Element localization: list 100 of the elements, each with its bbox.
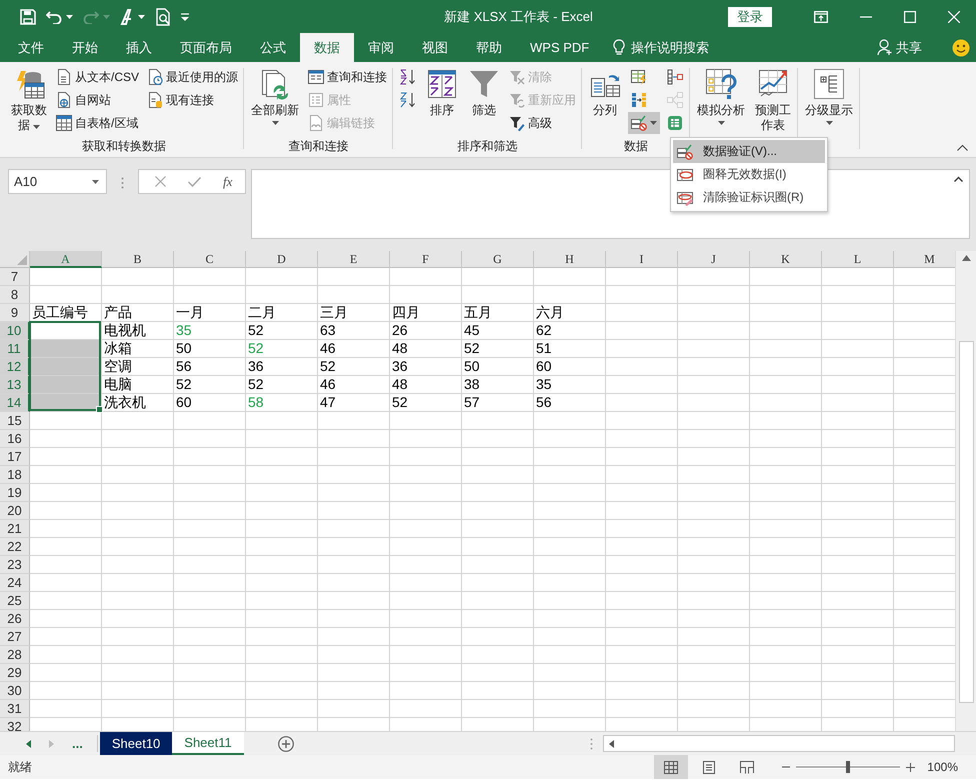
selected-cell[interactable]	[30, 340, 102, 358]
ribbon-button[interactable]: 排序	[423, 66, 462, 118]
customize-icon[interactable]	[181, 12, 189, 20]
row-header[interactable]: 22	[0, 538, 30, 556]
close-icon[interactable]	[948, 10, 960, 22]
insert-function-button[interactable]: fx	[223, 174, 232, 190]
horizontal-scrollbar[interactable]	[603, 735, 955, 752]
sign-in-button[interactable]: 登录	[728, 6, 772, 26]
dropdown-button[interactable]: 分级显示	[802, 66, 856, 125]
column-header[interactable]: C	[174, 251, 246, 268]
ribbon-tab[interactable]: 公式	[246, 33, 300, 62]
menu-item[interactable]: 圈释无效数据(I)	[673, 163, 825, 186]
selected-cell[interactable]	[30, 358, 102, 376]
scroll-thumb[interactable]	[958, 341, 974, 703]
collapse-icon[interactable]	[954, 176, 963, 182]
fill-handle[interactable]	[96, 406, 103, 413]
column-header[interactable]: E	[318, 251, 390, 268]
row-header[interactable]: 9	[0, 304, 30, 322]
smiley-icon[interactable]	[952, 38, 970, 56]
ribbon-tab[interactable]: 页面布局	[166, 33, 246, 62]
ribbon-tab[interactable]: 数据	[300, 33, 354, 62]
previous-sheet-icon[interactable]	[26, 740, 31, 748]
row-header[interactable]: 19	[0, 484, 30, 502]
scroll-up-icon[interactable]	[962, 255, 970, 261]
add-sheet-icon[interactable]	[278, 736, 294, 752]
share-button[interactable]: 共享	[877, 33, 922, 62]
column-header[interactable]: D	[246, 251, 318, 268]
tell-me-search[interactable]: 操作说明搜索	[631, 38, 710, 56]
row-header[interactable]: 29	[0, 664, 30, 682]
column-header[interactable]: A	[30, 251, 102, 268]
dropdown-button[interactable]: 获取数据	[8, 66, 50, 133]
sheet-tab[interactable]: Sheet11	[172, 732, 244, 755]
column-header[interactable]: K	[750, 251, 822, 268]
touch-mode-icon[interactable]	[120, 8, 134, 24]
row-header[interactable]: 8	[0, 286, 30, 304]
row-header[interactable]: 7	[0, 268, 30, 286]
column-header[interactable]: G	[462, 251, 534, 268]
save-icon[interactable]	[20, 8, 36, 24]
row-header[interactable]: 23	[0, 556, 30, 574]
row-header[interactable]: 20	[0, 502, 30, 520]
name-box[interactable]: A10	[8, 169, 107, 194]
normal-view-button[interactable]	[654, 755, 688, 779]
ribbon-button[interactable]: 查询和连接	[306, 66, 390, 88]
column-header[interactable]: H	[534, 251, 606, 268]
column-header[interactable]: I	[606, 251, 678, 268]
row-header[interactable]: 27	[0, 628, 30, 646]
ribbon-tab[interactable]: 帮助	[462, 33, 516, 62]
column-header[interactable]: M	[894, 251, 955, 268]
column-header[interactable]: J	[678, 251, 750, 268]
menu-item[interactable]: 清除验证标识圈(R)	[673, 186, 825, 209]
ribbon-button[interactable]: 自表格/区域	[54, 112, 142, 134]
ribbon-button[interactable]: 预测工作表	[752, 66, 794, 133]
row-header[interactable]: 32	[0, 718, 30, 731]
row-header[interactable]: 15	[0, 412, 30, 430]
column-header[interactable]: F	[390, 251, 462, 268]
ribbon-button[interactable]: 自网站	[54, 89, 142, 111]
undo-icon[interactable]	[46, 10, 62, 24]
ribbon-button[interactable]: 高级	[507, 112, 578, 134]
column-header[interactable]: B	[102, 251, 174, 268]
ribbon-tab[interactable]: WPS PDF	[516, 33, 604, 62]
zoom-in-icon[interactable]	[906, 762, 916, 772]
collapse-ribbon-icon[interactable]	[957, 144, 968, 151]
row-header[interactable]: 30	[0, 682, 30, 700]
row-header[interactable]: 31	[0, 700, 30, 718]
ribbon-tab[interactable]: 视图	[408, 33, 462, 62]
row-header[interactable]: 14	[0, 394, 30, 412]
row-header[interactable]: 13	[0, 376, 30, 394]
ribbon-button[interactable]: 最近使用的源	[145, 66, 240, 88]
row-header[interactable]: 11	[0, 340, 30, 358]
row-header[interactable]: 12	[0, 358, 30, 376]
selected-cell[interactable]	[30, 376, 102, 394]
maximize-icon[interactable]	[904, 10, 916, 22]
zoom-level[interactable]: 100%	[927, 760, 958, 774]
more-sheets-button[interactable]: ...	[72, 736, 83, 751]
ribbon-button[interactable]: 现有连接	[145, 89, 240, 111]
menu-item[interactable]: 数据验证(V)...	[673, 140, 825, 163]
ribbon-button[interactable]: 从文本/CSV	[54, 66, 142, 88]
row-header[interactable]: 25	[0, 592, 30, 610]
ribbon-tab[interactable]: 开始	[58, 33, 112, 62]
row-header[interactable]: 26	[0, 610, 30, 628]
row-header[interactable]: 17	[0, 448, 30, 466]
ribbon-tab[interactable]: 插入	[112, 33, 166, 62]
dropdown-button[interactable]: 模拟分析	[694, 66, 748, 125]
row-header[interactable]: 28	[0, 646, 30, 664]
sheet-tab[interactable]: Sheet10	[100, 732, 172, 755]
print-preview-icon[interactable]	[155, 8, 171, 26]
row-header[interactable]: 10	[0, 322, 30, 340]
row-header[interactable]: 21	[0, 520, 30, 538]
data-validation-button[interactable]	[628, 112, 660, 134]
dropdown-button[interactable]: 全部刷新	[248, 66, 302, 125]
scroll-left-icon[interactable]	[609, 740, 614, 748]
ribbon-tab[interactable]: 审阅	[354, 33, 408, 62]
column-header[interactable]: L	[822, 251, 894, 268]
ribbon-tab[interactable]: 文件	[4, 33, 58, 62]
row-header[interactable]: 16	[0, 430, 30, 448]
ribbon-button[interactable]: 分列	[586, 66, 624, 118]
row-header[interactable]: 24	[0, 574, 30, 592]
row-header[interactable]: 18	[0, 466, 30, 484]
ribbon-display-icon[interactable]	[814, 10, 828, 22]
ribbon-button[interactable]: 筛选	[465, 66, 504, 118]
